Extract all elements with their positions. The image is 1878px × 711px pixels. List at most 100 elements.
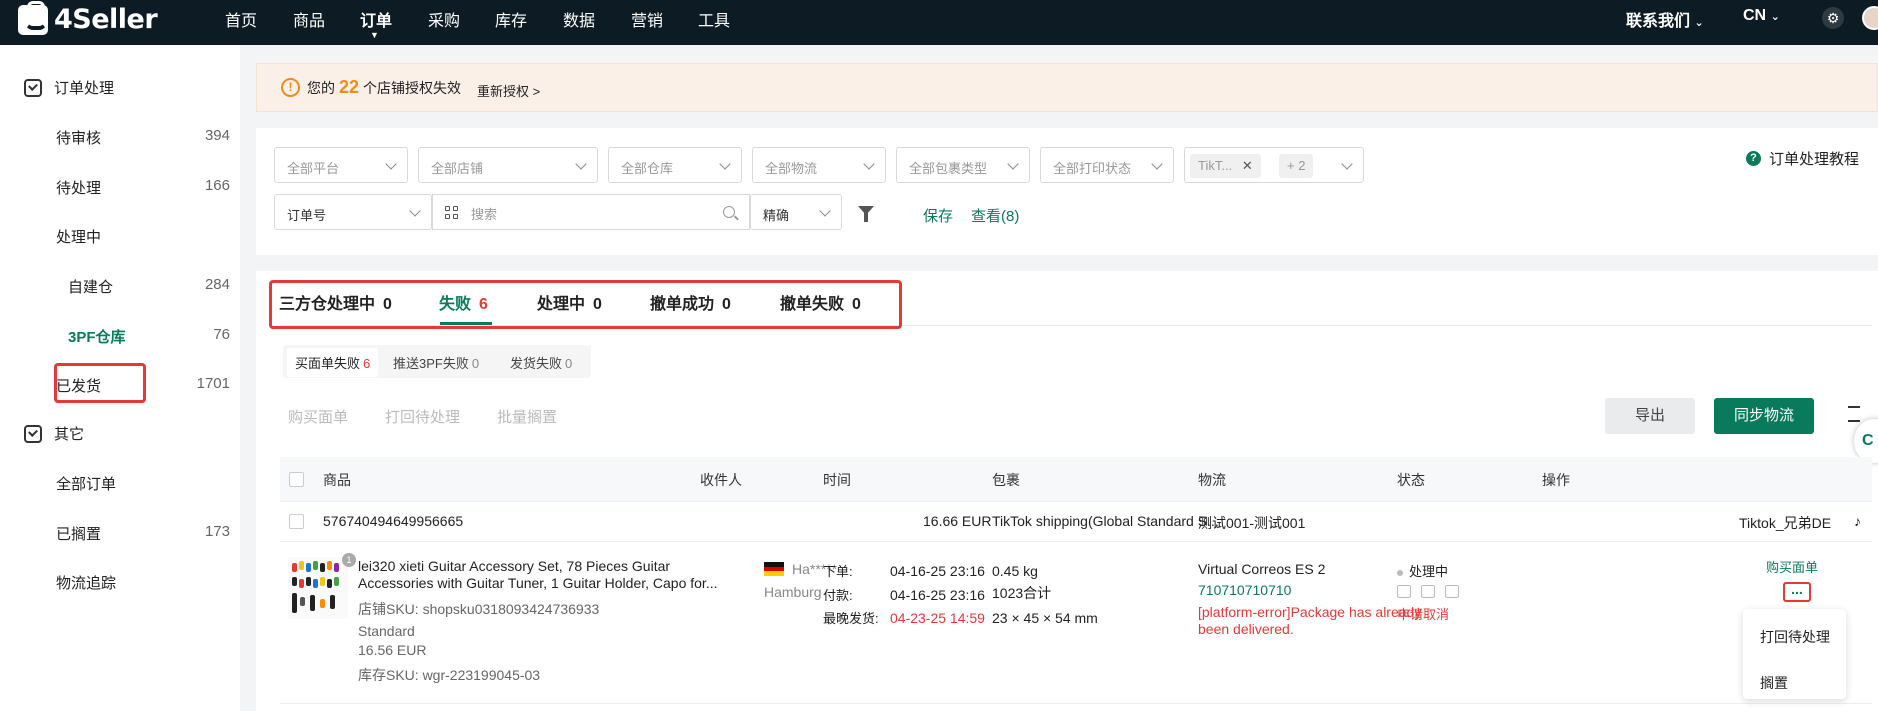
sidebar-item-all-orders[interactable]: 全部订单 [56,473,230,494]
printer-icon[interactable] [1445,585,1459,598]
sidebar-item-to-process[interactable]: 待处理 166 [56,177,230,198]
sidebar-item-3pf-warehouse[interactable]: 3PF仓库 76 [68,326,230,347]
error-line1: [platform-error]Package has already [1198,604,1422,620]
subtab-push-3pf-failed[interactable]: 推送3PF失败 0 [393,353,479,372]
close-icon[interactable]: ✕ [1242,158,1253,173]
menu-item-return-to-pending[interactable]: 打回待处理 [1760,627,1830,647]
sidebar-group-other[interactable]: 其它 [24,423,84,444]
filter-panel: 全部平台 全部店铺 全部仓库 全部物流 全部包裹类型 全部打印状态 TikT..… [256,128,1878,255]
sidebar-item-label: 全部订单 [56,476,117,493]
avatar[interactable] [1862,6,1878,30]
tutorial-link[interactable]: ? 订单处理教程 [1746,148,1859,169]
more-actions-button[interactable]: ... [1783,582,1811,602]
col-actions: 操作 [1542,472,1570,488]
latest-ship-time: 04-23-25 14:59 [890,610,985,626]
tiktok-icon: ♪ [1854,513,1861,529]
printer-icon[interactable] [1397,585,1411,598]
sidebar-item-on-hold[interactable]: 已搁置 173 [56,523,230,544]
tracking-number[interactable]: 710710710710 [1198,582,1291,599]
order-time-label: 下单: [823,564,853,579]
sidebar-item-pending-review[interactable]: 待审核 394 [56,127,230,148]
error-line2: been delivered. [1198,621,1294,637]
bag-icon [18,0,48,35]
platform-select[interactable]: 全部平台 [274,147,408,183]
sidebar-item-shipped[interactable]: 已发货 1701 [56,375,230,396]
sidebar-item-tracking[interactable]: 物流追踪 [56,572,230,593]
request-cancel-link[interactable]: 申请取消 [1397,606,1449,623]
grid-icon[interactable] [445,206,459,220]
select-all-checkbox[interactable] [289,472,304,487]
logistics-select[interactable]: 全部物流 [752,147,886,183]
subtab-count: 0 [565,356,573,371]
search-input-wrap[interactable]: 搜索 [432,194,750,230]
save-filter-button[interactable]: 保存 [923,205,953,226]
nav-inventory[interactable]: 库存 [495,7,527,31]
print-status-select[interactable]: 全部打印状态 [1040,147,1174,183]
warehouse-select[interactable]: 全部仓库 [608,147,742,183]
search-field-select[interactable]: 订单号 [274,194,432,230]
help-icon: ? [1746,151,1761,166]
sidebar-group-label: 订单处理 [54,80,115,97]
brand-logo[interactable]: 4Seller [18,0,158,35]
col-logistics: 物流 [1198,472,1226,488]
reauthorize-link[interactable]: 重新授权 > [477,81,540,100]
language-label: CN [1743,7,1767,24]
sync-logistics-button[interactable]: 同步物流 [1714,398,1814,434]
language-menu[interactable]: CN ⌄ [1743,7,1780,25]
batch-hold-button[interactable]: 批量搁置 [497,406,557,427]
row-checkbox[interactable] [289,514,304,529]
nav-products[interactable]: 商品 [293,7,325,31]
order-amount: 16.66 EUR [923,513,992,529]
sidebar-item-count: 173 [204,523,230,540]
column-settings-icon[interactable] [1848,406,1860,422]
chevron-down-icon [719,158,731,170]
nav-marketing[interactable]: 营销 [631,7,663,31]
col-time: 时间 [823,472,851,488]
subtab-label: 推送3PF失败 [393,356,469,371]
nav-purchase[interactable]: 采购 [428,7,460,31]
contact-menu[interactable]: 联系我们 ⌄ [1626,7,1704,31]
tag-label: TikT... [1198,158,1233,173]
tutorial-label: 订单处理教程 [1769,151,1860,168]
sidebar-item-count: 166 [204,177,230,194]
printer-icon[interactable] [1421,585,1435,598]
chevron-down-icon [1151,158,1163,170]
tag-multiselect[interactable]: TikT... ✕ + 2 [1184,147,1364,183]
filter-icon[interactable] [858,206,874,222]
sidebar-item-count: 76 [213,326,230,343]
select-value: 全部店铺 [431,161,484,176]
match-mode-select[interactable]: 精确 [750,194,842,230]
gear-icon[interactable]: ⚙ [1822,7,1844,29]
sidebar-item-own-warehouse[interactable]: 自建仓 284 [68,276,230,297]
subtab-buy-label-failed[interactable]: 买面单失败 6 [287,348,379,377]
buy-label-link[interactable]: 购买面单 [1766,559,1818,576]
nav-tools[interactable]: 工具 [698,7,730,31]
store-select[interactable]: 全部店铺 [418,147,598,183]
selected-tag[interactable]: TikT... ✕ [1190,154,1261,178]
product-image[interactable] [288,557,348,619]
export-button[interactable]: 导出 [1605,398,1695,434]
menu-item-hold[interactable]: 搁置 [1760,673,1788,693]
pay-time-label: 付款: [823,588,853,603]
nav-home[interactable]: 首页 [225,7,257,31]
status-label: 处理中 [1409,564,1449,579]
buy-label-button[interactable]: 购买面单 [288,406,348,427]
package-type-select[interactable]: 全部包裹类型 [896,147,1030,183]
sidebar-item-label: 待处理 [56,180,102,197]
subtab-ship-failed[interactable]: 发货失败 0 [510,353,572,372]
return-to-pending-button[interactable]: 打回待处理 [385,406,460,427]
sidebar-item-processing[interactable]: 处理中 [56,226,230,247]
search-input[interactable]: 搜索 [471,204,497,223]
product-title[interactable]: lei320 xieti Guitar Accessory Set, 78 Pi… [358,558,718,592]
order-id[interactable]: 576740494649956665 [323,513,463,529]
nav-orders[interactable]: 订单 [360,7,392,31]
banner-count: 22 [339,77,360,97]
sidebar-item-label: 物流追踪 [56,575,117,592]
product-title-line1: lei320 xieti Guitar Accessory Set, 78 Pi… [358,558,671,574]
nav-data[interactable]: 数据 [563,7,595,31]
sidebar-group-order-processing[interactable]: 订单处理 [24,77,114,98]
view-filters-button[interactable]: 查看(8) [971,205,1019,226]
search-icon[interactable] [723,206,735,218]
banner-prefix: 您的 [307,80,335,96]
col-recipient: 收件人 [700,472,742,488]
